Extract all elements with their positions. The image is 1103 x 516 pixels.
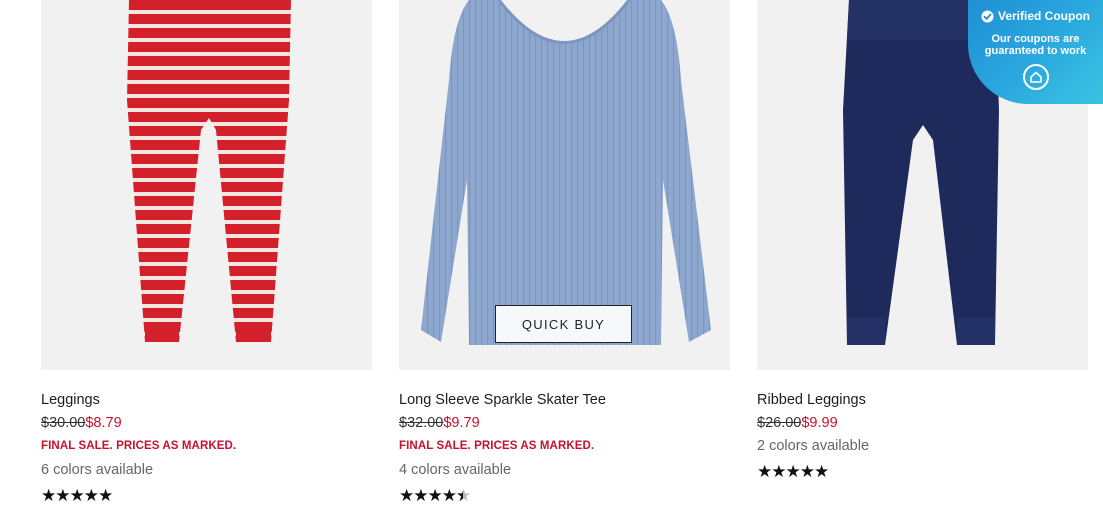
- price-row: $30.00$8.79: [41, 415, 122, 431]
- product-title[interactable]: Ribbed Leggings: [757, 392, 866, 408]
- colors-available[interactable]: 6 colors available: [41, 462, 153, 478]
- colors-available[interactable]: 2 colors available: [757, 438, 869, 454]
- rating-stars: ★★★★★: [757, 462, 829, 481]
- sale-price: $9.79: [443, 415, 480, 431]
- sale-price: $9.99: [801, 415, 838, 431]
- rating-stars: ★★★★★★: [399, 486, 471, 505]
- price-row: $32.00$9.79: [399, 415, 480, 431]
- product-card-skater-tee[interactable]: QUICK BUY Long Sleeve Sparkle Skater Tee…: [399, 0, 730, 504]
- quick-buy-button[interactable]: QUICK BUY: [495, 305, 632, 343]
- home-icon: [1029, 71, 1042, 83]
- home-logo-icon[interactable]: [1022, 64, 1049, 90]
- rating-stars: ★★★★★: [41, 486, 113, 505]
- original-price: $26.00: [757, 415, 802, 431]
- coupon-header: Verified Coupon: [968, 9, 1103, 23]
- product-image[interactable]: [41, 0, 372, 370]
- price-row: $26.00$9.99: [757, 415, 838, 431]
- product-card-leggings[interactable]: Leggings $30.00$8.79 FINAL SALE. PRICES …: [41, 0, 372, 504]
- coupon-subtitle: Our coupons are guaranteed to work: [968, 33, 1103, 57]
- product-image[interactable]: QUICK BUY: [399, 0, 730, 370]
- final-sale-notice: FINAL SALE. PRICES AS MARKED.: [399, 440, 595, 452]
- coupon-title: Verified Coupon: [997, 9, 1090, 23]
- original-price: $32.00: [399, 415, 444, 431]
- coupon-subtitle-line2: guaranteed to work: [984, 45, 1087, 57]
- product-title[interactable]: Long Sleeve Sparkle Skater Tee: [399, 392, 606, 408]
- check-circle-icon: [981, 10, 994, 22]
- coupon-subtitle-line1: Our coupons are: [991, 33, 1080, 45]
- product-title[interactable]: Leggings: [41, 392, 100, 408]
- original-price: $30.00: [41, 415, 86, 431]
- final-sale-notice: FINAL SALE. PRICES AS MARKED.: [41, 440, 237, 452]
- red-striped-leggings-image: [127, 0, 291, 342]
- verified-coupon-badge[interactable]: Verified Coupon Our coupons are guarante…: [968, 0, 1103, 104]
- sale-price: $8.79: [85, 415, 122, 431]
- colors-available[interactable]: 4 colors available: [399, 462, 511, 478]
